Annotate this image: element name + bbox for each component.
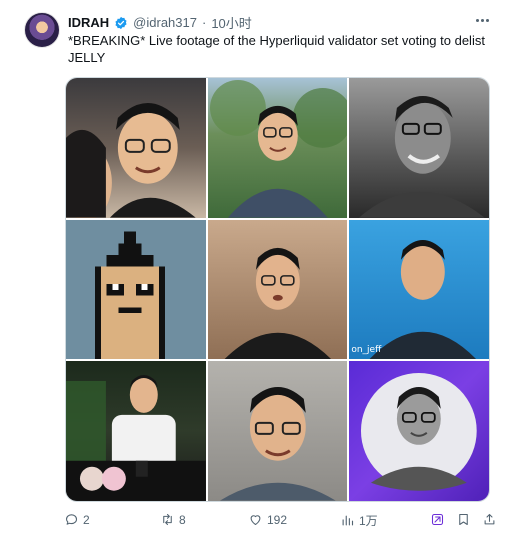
media-caption: on_jeff: [351, 345, 382, 356]
post-text: *BREAKING* Live footage of the Hyperliqu…: [68, 33, 485, 65]
like-icon: [250, 515, 261, 526]
grok-button[interactable]: [430, 512, 445, 527]
media-photo-1[interactable]: [66, 78, 206, 218]
avatar[interactable]: [24, 12, 60, 48]
repost-count: 8: [179, 512, 186, 527]
share-button[interactable]: [482, 512, 497, 527]
repost-button[interactable]: 8: [160, 512, 186, 527]
reply-count: 2: [83, 512, 90, 527]
share-icon: [484, 513, 495, 525]
tweet: IDRAH @idrah317 · 10小时 *BREAKING* Live f…: [0, 0, 514, 535]
media-photo-2[interactable]: [207, 78, 348, 218]
views-button[interactable]: 1万: [340, 512, 378, 529]
media-photo-8[interactable]: [207, 361, 348, 501]
post-time[interactable]: 10小时: [211, 13, 251, 32]
author-handle[interactable]: @idrah317: [133, 15, 197, 30]
media-photo-4[interactable]: [66, 219, 206, 360]
media-grid[interactable]: on_jeff: [65, 77, 490, 502]
repost-icon: [163, 513, 172, 526]
reply-icon: [65, 514, 78, 525]
reply-button[interactable]: 2: [64, 512, 90, 527]
more-icon[interactable]: [472, 12, 492, 28]
media-photo-9[interactable]: [349, 361, 489, 501]
grok-icon: [431, 513, 444, 526]
verified-badge-icon: [115, 16, 127, 29]
bookmark-button[interactable]: [456, 512, 471, 527]
like-button[interactable]: 192: [248, 512, 287, 527]
separator-dot: ·: [201, 15, 207, 30]
bookmark-icon: [459, 513, 468, 526]
like-count: 192: [267, 512, 288, 527]
media-photo-3[interactable]: [349, 78, 489, 218]
author-name[interactable]: IDRAH: [68, 15, 109, 30]
media-photo-6[interactable]: on_jeff: [349, 219, 489, 360]
view-count: 1万: [359, 514, 378, 528]
action-bar: 2 8 192 1万: [64, 512, 504, 530]
views-icon: [342, 515, 354, 526]
media-photo-7[interactable]: [66, 361, 206, 501]
tweet-header: IDRAH @idrah317 · 10小时: [68, 13, 252, 32]
media-photo-5[interactable]: [207, 219, 348, 360]
